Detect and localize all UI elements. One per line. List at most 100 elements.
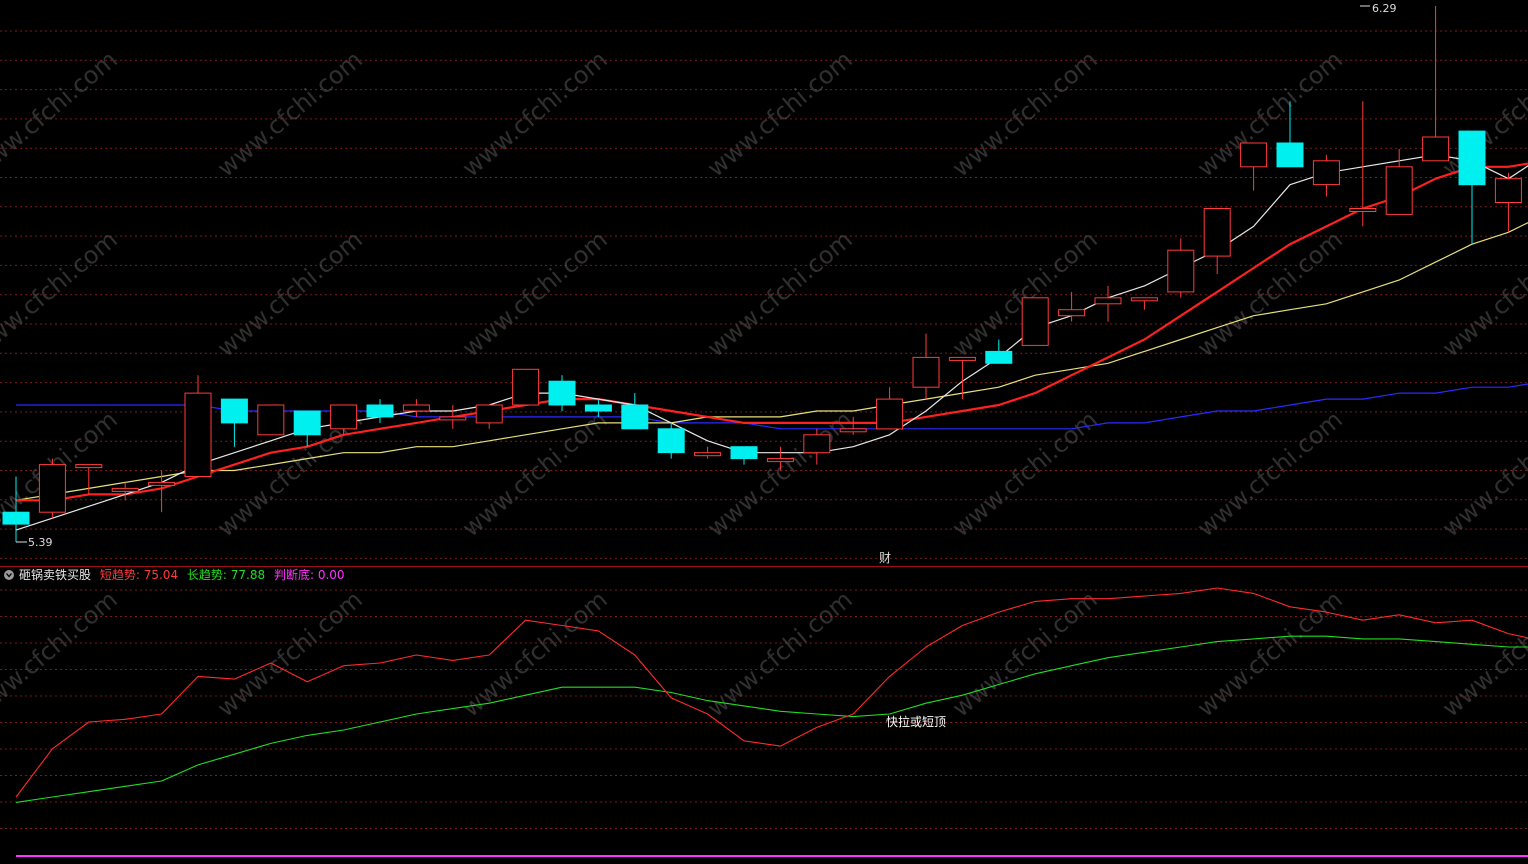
watermark-text: www.cfchi.com [702, 45, 858, 182]
candle-body [402, 404, 430, 412]
short-trend-label: 短趋势: [100, 568, 140, 582]
candle-body [1203, 208, 1231, 257]
watermark-text: www.cfchi.com [212, 45, 368, 182]
candle[interactable] [38, 458, 66, 519]
candle[interactable] [1494, 172, 1522, 233]
candle-body [803, 434, 831, 454]
candle-body [293, 410, 321, 436]
watermark-text: www.cfchi.com [947, 45, 1103, 182]
candle[interactable] [730, 446, 758, 465]
candle[interactable] [148, 470, 176, 513]
candle-body [912, 356, 940, 388]
candle[interactable] [475, 404, 503, 429]
candle-body [38, 464, 66, 513]
candle[interactable] [657, 422, 685, 459]
candle-body [839, 428, 867, 433]
candle-body [1058, 309, 1086, 317]
watermark-text: www.cfchi.com [1192, 585, 1348, 722]
candle[interactable] [184, 375, 212, 478]
candle-body [330, 404, 358, 430]
watermark-text: www.cfchi.com [1192, 405, 1348, 542]
candle-body [985, 350, 1013, 364]
candle[interactable] [912, 333, 940, 400]
candle-body [439, 416, 467, 421]
candle-body [1385, 166, 1413, 215]
watermark-text: www.cfchi.com [947, 405, 1103, 542]
high-price-label: 6.29 [1360, 2, 1397, 15]
long-trend-label: 长趋势: [187, 568, 227, 582]
candle[interactable] [948, 356, 976, 400]
marker-text: 财 [879, 551, 891, 565]
watermark-text: www.cfchi.com [0, 585, 123, 722]
candle-body [111, 487, 139, 492]
watermark-text: www.cfchi.com [0, 45, 123, 182]
indicator-header: 砸锅卖铁买股 短趋势: 75.04 长趋势: 77.88 判断底: 0.00 [4, 567, 345, 582]
watermark-text: www.cfchi.com [457, 45, 613, 182]
candle-body [694, 452, 722, 457]
watermark-text: www.cfchi.com [947, 585, 1103, 722]
watermark-text: www.cfchi.com [457, 225, 613, 362]
candle-body [257, 404, 285, 436]
indicator-annotation: 快拉或短顶 [886, 714, 946, 729]
short-trend-value: 75.04 [144, 568, 178, 582]
candle[interactable] [876, 387, 904, 430]
candle[interactable] [1240, 142, 1268, 191]
judge-bottom-value: 0.00 [318, 568, 345, 582]
watermark-text: www.cfchi.com [457, 585, 613, 722]
candle[interactable] [1458, 130, 1486, 245]
indicator-name: 砸锅卖铁买股 [19, 567, 91, 582]
candle[interactable] [1349, 101, 1377, 227]
candle[interactable] [694, 446, 722, 459]
candle-body [548, 380, 576, 406]
candle[interactable] [402, 399, 430, 417]
candle[interactable] [512, 368, 540, 406]
candle-body [1021, 297, 1049, 346]
stock-chart[interactable]: www.cfchi.com www.cfchi.com www.cfchi.com w… [0, 0, 1528, 864]
candle[interactable] [1058, 291, 1086, 322]
candle[interactable] [985, 339, 1013, 364]
candle-body [621, 404, 649, 430]
candle[interactable] [1167, 238, 1195, 298]
watermark-text: www.cfchi.com [1437, 585, 1528, 722]
watermark-text: www.cfchi.com [1437, 405, 1528, 542]
chevron-down-icon[interactable] [4, 570, 14, 580]
candle-body [766, 458, 794, 463]
candle-body [657, 428, 685, 454]
candle-body [2, 511, 30, 525]
candle[interactable] [1312, 154, 1340, 197]
candle-body [475, 404, 503, 424]
candle[interactable] [1094, 285, 1122, 322]
candle[interactable] [1130, 297, 1158, 310]
watermark-text: www.cfchi.com [0, 225, 123, 362]
watermark-text: www.cfchi.com [212, 585, 368, 722]
candle-body [1312, 160, 1340, 186]
candle-body [148, 481, 176, 486]
candle-body [1094, 297, 1122, 305]
candle-body [948, 356, 976, 361]
watermark-text: www.cfchi.com [702, 405, 858, 542]
candle-body [512, 368, 540, 406]
candle-body [1422, 136, 1450, 162]
judge-bottom-label: 判断底: [274, 567, 314, 582]
candle[interactable] [621, 393, 649, 430]
svg-text:6.29: 6.29 [1372, 2, 1397, 15]
candle[interactable] [1422, 6, 1450, 162]
candle-body [584, 404, 612, 412]
candle-body [1240, 142, 1268, 168]
candle-body [366, 404, 394, 418]
candle[interactable] [257, 404, 285, 436]
candle[interactable] [1021, 297, 1049, 346]
candle[interactable] [366, 399, 394, 423]
candle-body [1130, 297, 1158, 302]
candle[interactable] [1203, 208, 1231, 275]
candle-body [1276, 142, 1304, 168]
candle-body [1458, 130, 1486, 186]
candle[interactable] [548, 375, 576, 411]
candle[interactable] [220, 398, 248, 447]
candle-body [1167, 249, 1195, 293]
candle-body [876, 398, 904, 430]
watermark-text: www.cfchi.com [702, 585, 858, 722]
watermark-text: www.cfchi.com [212, 225, 368, 362]
candle[interactable] [439, 405, 467, 429]
watermark-text: www.cfchi.com [1437, 225, 1528, 362]
